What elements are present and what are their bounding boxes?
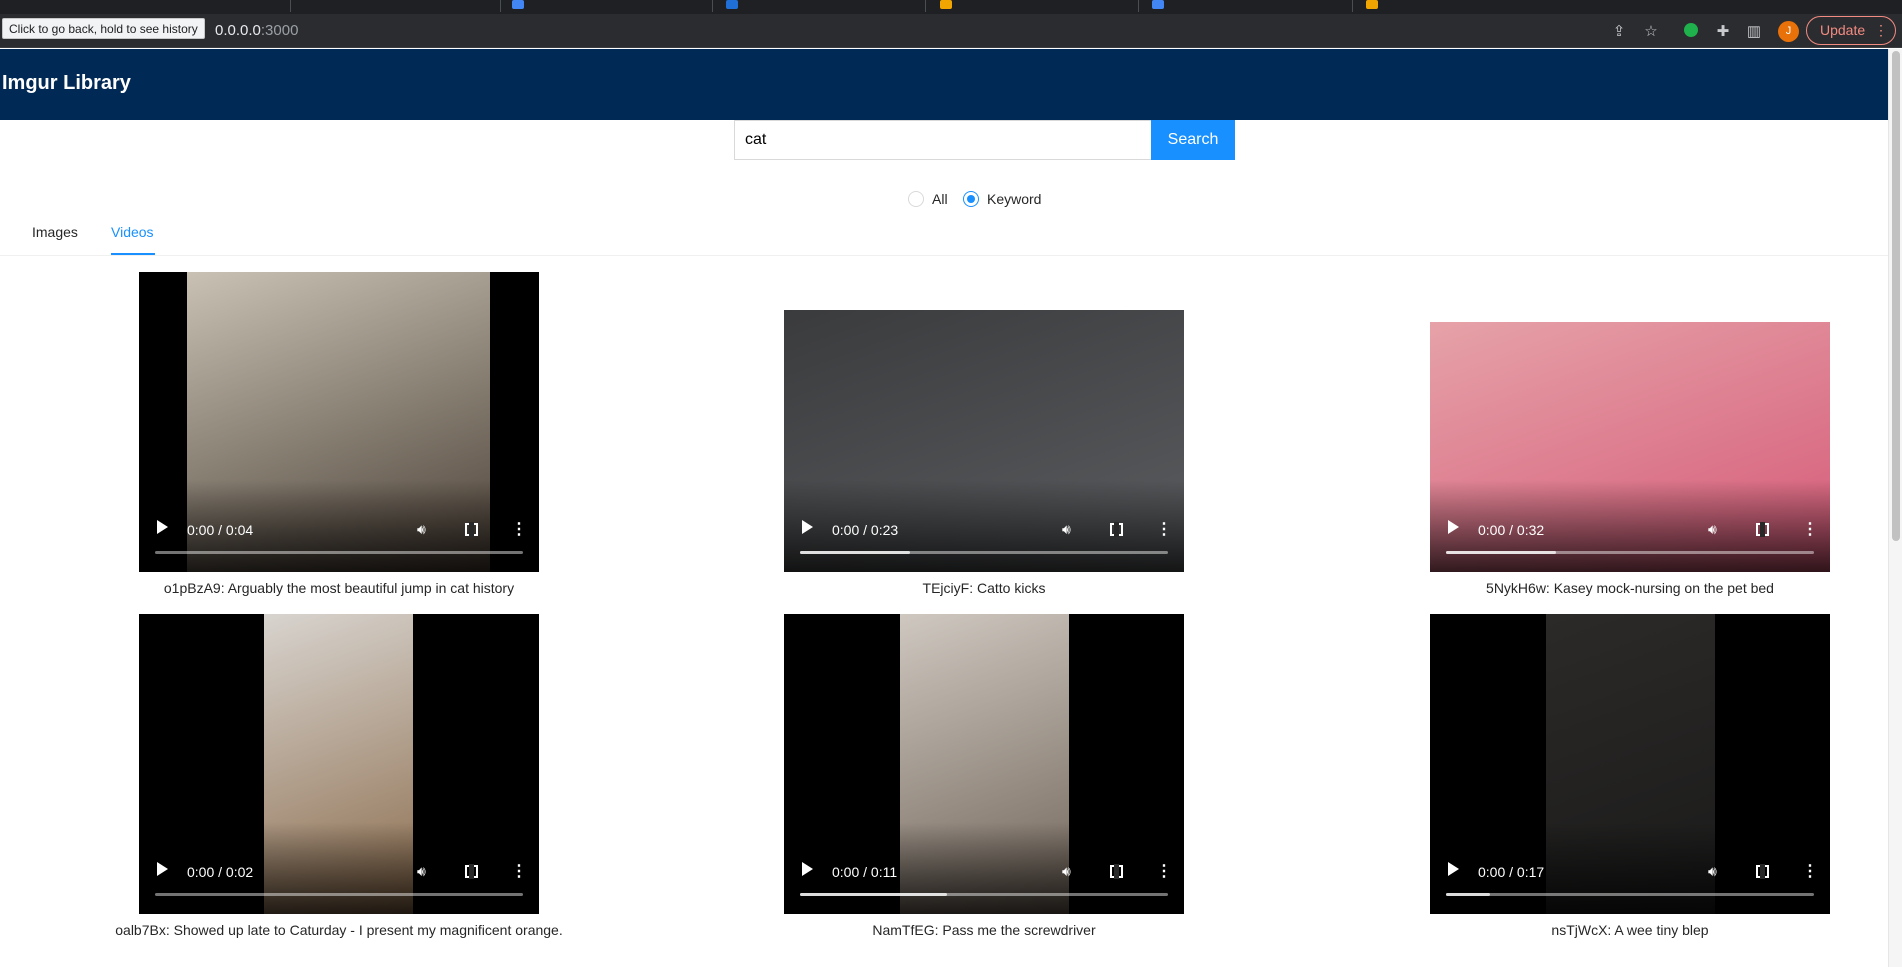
tab-favicon[interactable]	[512, 0, 524, 9]
fullscreen-icon[interactable]	[465, 864, 478, 879]
side-panel-icon[interactable]: ▥	[1746, 24, 1762, 40]
video-options-icon[interactable]: ⋮	[511, 861, 527, 881]
video-progress-bar[interactable]	[1446, 893, 1814, 896]
volume-icon[interactable]: 🔊︎	[417, 521, 426, 538]
volume-icon[interactable]: 🔊︎	[417, 863, 426, 880]
radio-all-label[interactable]: All	[932, 191, 948, 207]
video-caption: NamTfEG: Pass me the screwdriver	[872, 922, 1096, 938]
search-button[interactable]: Search	[1151, 120, 1235, 160]
share-icon[interactable]: ⇪	[1611, 24, 1627, 40]
tab-separator	[712, 0, 713, 12]
app-title: Imgur Library	[2, 72, 131, 94]
video-progress-bar[interactable]	[800, 551, 1168, 554]
tab-favicon[interactable]	[1152, 0, 1164, 9]
play-icon[interactable]	[802, 862, 813, 876]
video-caption: TEjciyF: Catto kicks	[922, 580, 1046, 596]
play-icon[interactable]	[802, 520, 813, 534]
search-input[interactable]	[734, 120, 1152, 160]
video-player[interactable]: 0:00 / 0:02 🔊︎ ⋮	[139, 614, 539, 914]
video-options-icon[interactable]: ⋮	[1802, 861, 1818, 881]
video-player[interactable]: 0:00 / 0:32 🔊︎ ⋮	[1430, 322, 1830, 572]
browser-menu-icon[interactable]: ⋮	[1874, 17, 1888, 44]
url-port: :3000	[260, 22, 299, 39]
volume-icon[interactable]: 🔊︎	[1708, 863, 1717, 880]
video-options-icon[interactable]: ⋮	[1802, 519, 1818, 539]
video-player[interactable]: 0:00 / 0:04 🔊︎ ⋮	[139, 272, 539, 572]
fullscreen-icon[interactable]	[1756, 522, 1769, 537]
video-caption: oalb7Bx: Showed up late to Caturday - I …	[115, 922, 563, 938]
fullscreen-icon[interactable]	[1756, 864, 1769, 879]
active-tab-indicator	[111, 253, 155, 255]
fullscreen-icon[interactable]	[465, 522, 478, 537]
tab-videos[interactable]: Videos	[111, 224, 154, 240]
video-player[interactable]: 0:00 / 0:23 🔊︎ ⋮	[784, 310, 1184, 572]
tab-separator	[1352, 0, 1353, 12]
fullscreen-icon[interactable]	[1110, 522, 1123, 537]
video-progress-bar[interactable]	[155, 551, 523, 554]
video-options-icon[interactable]: ⋮	[1156, 861, 1172, 881]
tab-favicon[interactable]	[1366, 0, 1378, 9]
play-icon[interactable]	[1448, 862, 1459, 876]
video-time: 0:00 / 0:32	[1478, 522, 1545, 538]
video-caption: o1pBzA9: Arguably the most beautiful jum…	[163, 580, 515, 596]
video-progress-bar[interactable]	[155, 893, 523, 896]
browser-tabstrip	[0, 0, 1902, 14]
extensions-icon[interactable]: ✚	[1715, 24, 1731, 40]
volume-icon[interactable]: 🔊︎	[1062, 863, 1071, 880]
bookmark-star-icon[interactable]: ☆	[1643, 24, 1659, 40]
video-progress-bar[interactable]	[800, 893, 1168, 896]
tab-separator	[1138, 0, 1139, 12]
video-caption: nsTjWcX: A wee tiny blep	[1551, 922, 1709, 938]
scrollbar-thumb[interactable]	[1892, 51, 1900, 541]
video-progress-bar[interactable]	[1446, 551, 1814, 554]
video-time: 0:00 / 0:02	[187, 864, 254, 880]
app-header: Imgur Library	[0, 49, 1888, 120]
video-time: 0:00 / 0:04	[187, 522, 254, 538]
video-options-icon[interactable]: ⋮	[1156, 519, 1172, 539]
address-bar[interactable]: 0.0.0.0:3000	[215, 22, 298, 39]
video-time: 0:00 / 0:17	[1478, 864, 1545, 880]
profile-avatar[interactable]: J	[1778, 21, 1799, 42]
video-buffered-fill	[1446, 893, 1491, 896]
video-buffered-fill	[1446, 551, 1557, 554]
search-bar: Search	[734, 120, 1235, 160]
url-host: 0.0.0.0	[215, 22, 261, 39]
video-options-icon[interactable]: ⋮	[511, 519, 527, 539]
radio-keyword-label[interactable]: Keyword	[987, 191, 1041, 207]
browser-toolbar: 0.0.0.0:3000 ⇪ ☆ ✚ ▥	[0, 14, 1902, 48]
radio-keyword-circle[interactable]	[963, 191, 979, 207]
video-time: 0:00 / 0:23	[832, 522, 899, 538]
tab-favicon[interactable]	[940, 0, 952, 9]
radio-all-circle[interactable]	[908, 191, 924, 207]
play-icon[interactable]	[1448, 520, 1459, 534]
play-icon[interactable]	[157, 862, 168, 876]
video-buffered-fill	[800, 893, 948, 896]
tab-favicon[interactable]	[726, 0, 738, 9]
video-player[interactable]: 0:00 / 0:17 🔊︎ ⋮	[1430, 614, 1830, 914]
video-buffered-fill	[800, 551, 911, 554]
back-tooltip: Click to go back, hold to see history	[2, 18, 205, 39]
volume-icon[interactable]: 🔊︎	[1062, 521, 1071, 538]
page-scrollbar[interactable]	[1888, 49, 1902, 967]
tab-separator	[500, 0, 501, 12]
tab-images[interactable]: Images	[32, 224, 78, 240]
update-label: Update	[1820, 22, 1866, 38]
tab-separator	[290, 0, 291, 12]
play-icon[interactable]	[157, 520, 168, 534]
tab-separator	[925, 0, 926, 12]
video-caption: 5NykH6w: Kasey mock-nursing on the pet b…	[1486, 580, 1774, 596]
video-time: 0:00 / 0:11	[832, 864, 898, 880]
volume-icon[interactable]: 🔊︎	[1708, 521, 1717, 538]
media-tabs: Images Videos	[0, 220, 1888, 256]
update-button[interactable]: Update ⋮	[1806, 16, 1896, 45]
video-player[interactable]: 0:00 / 0:11 🔊︎ ⋮	[784, 614, 1184, 914]
fullscreen-icon[interactable]	[1110, 864, 1123, 879]
extension-check-icon[interactable]	[1684, 23, 1698, 37]
